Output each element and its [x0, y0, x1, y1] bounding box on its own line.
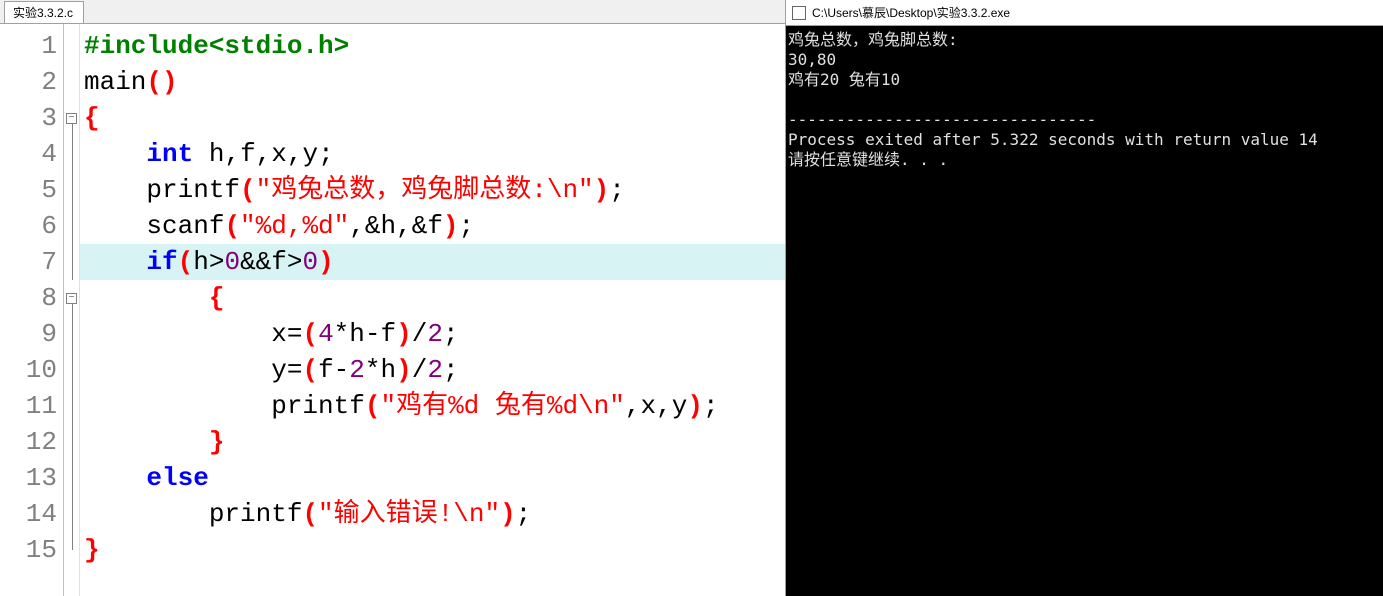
fold-cell [64, 28, 79, 64]
line-number: 8 [0, 280, 57, 316]
line-number: 2 [0, 64, 57, 100]
console-titlebar[interactable]: C:\Users\慕辰\Desktop\实验3.3.2.exe [786, 0, 1383, 26]
fold-cell [64, 424, 79, 460]
fold-cell [64, 532, 79, 568]
app-icon [792, 6, 806, 20]
console-output[interactable]: 鸡兔总数，鸡兔脚总数:30,80鸡有20 兔有10 ---------------… [786, 26, 1383, 596]
code-line[interactable]: else [80, 460, 785, 496]
line-number: 11 [0, 388, 57, 424]
console-line: 鸡兔总数，鸡兔脚总数: [788, 30, 1381, 50]
fold-toggle-icon[interactable]: − [66, 293, 77, 304]
code-line[interactable]: int h,f,x,y; [80, 136, 785, 172]
line-number: 3 [0, 100, 57, 136]
code-line[interactable]: x=(4*h-f)/2; [80, 316, 785, 352]
code-text[interactable]: #include<stdio.h>main(){ int h,f,x,y; pr… [80, 24, 785, 596]
code-line[interactable]: printf("鸡兔总数，鸡兔脚总数:\n"); [80, 172, 785, 208]
editor-pane: 实验3.3.2.c 123456789101112131415 −− #incl… [0, 0, 786, 596]
fold-cell[interactable]: − [64, 100, 79, 136]
fold-cell [64, 64, 79, 100]
code-line[interactable]: scanf("%d,%d",&h,&f); [80, 208, 785, 244]
console-line [788, 90, 1381, 110]
code-area[interactable]: 123456789101112131415 −− #include<stdio.… [0, 24, 785, 596]
fold-column[interactable]: −− [64, 24, 80, 596]
line-number: 14 [0, 496, 57, 532]
code-line[interactable]: { [80, 280, 785, 316]
file-tab[interactable]: 实验3.3.2.c [4, 1, 84, 23]
line-number: 6 [0, 208, 57, 244]
fold-cell [64, 172, 79, 208]
console-pane: C:\Users\慕辰\Desktop\实验3.3.2.exe 鸡兔总数，鸡兔脚… [786, 0, 1383, 596]
fold-cell [64, 244, 79, 280]
fold-cell [64, 352, 79, 388]
line-number: 7 [0, 244, 57, 280]
fold-cell [64, 208, 79, 244]
code-line[interactable]: } [80, 532, 785, 568]
fold-cell [64, 460, 79, 496]
line-number: 9 [0, 316, 57, 352]
line-number-gutter: 123456789101112131415 [0, 24, 64, 596]
fold-cell [64, 388, 79, 424]
fold-cell [64, 136, 79, 172]
line-number: 13 [0, 460, 57, 496]
line-number: 1 [0, 28, 57, 64]
console-line: 请按任意键继续. . . [788, 150, 1381, 170]
code-line[interactable]: printf("输入错误!\n"); [80, 496, 785, 532]
fold-cell [64, 316, 79, 352]
code-line[interactable]: } [80, 424, 785, 460]
code-line[interactable]: if(h>0&&f>0) [80, 244, 785, 280]
tab-bar: 实验3.3.2.c [0, 0, 785, 24]
line-number: 5 [0, 172, 57, 208]
line-number: 15 [0, 532, 57, 568]
code-line[interactable]: { [80, 100, 785, 136]
line-number: 12 [0, 424, 57, 460]
code-line[interactable]: y=(f-2*h)/2; [80, 352, 785, 388]
code-line[interactable]: main() [80, 64, 785, 100]
console-line: Process exited after 5.322 seconds with … [788, 130, 1381, 150]
console-line: 30,80 [788, 50, 1381, 70]
console-line: 鸡有20 兔有10 [788, 70, 1381, 90]
console-line: -------------------------------- [788, 110, 1381, 130]
code-line[interactable]: #include<stdio.h> [80, 28, 785, 64]
code-line[interactable]: printf("鸡有%d 兔有%d\n",x,y); [80, 388, 785, 424]
file-tab-label: 实验3.3.2.c [13, 4, 73, 21]
line-number: 10 [0, 352, 57, 388]
fold-cell[interactable]: − [64, 280, 79, 316]
console-title-text: C:\Users\慕辰\Desktop\实验3.3.2.exe [812, 4, 1010, 21]
line-number: 4 [0, 136, 57, 172]
fold-toggle-icon[interactable]: − [66, 113, 77, 124]
fold-cell [64, 496, 79, 532]
